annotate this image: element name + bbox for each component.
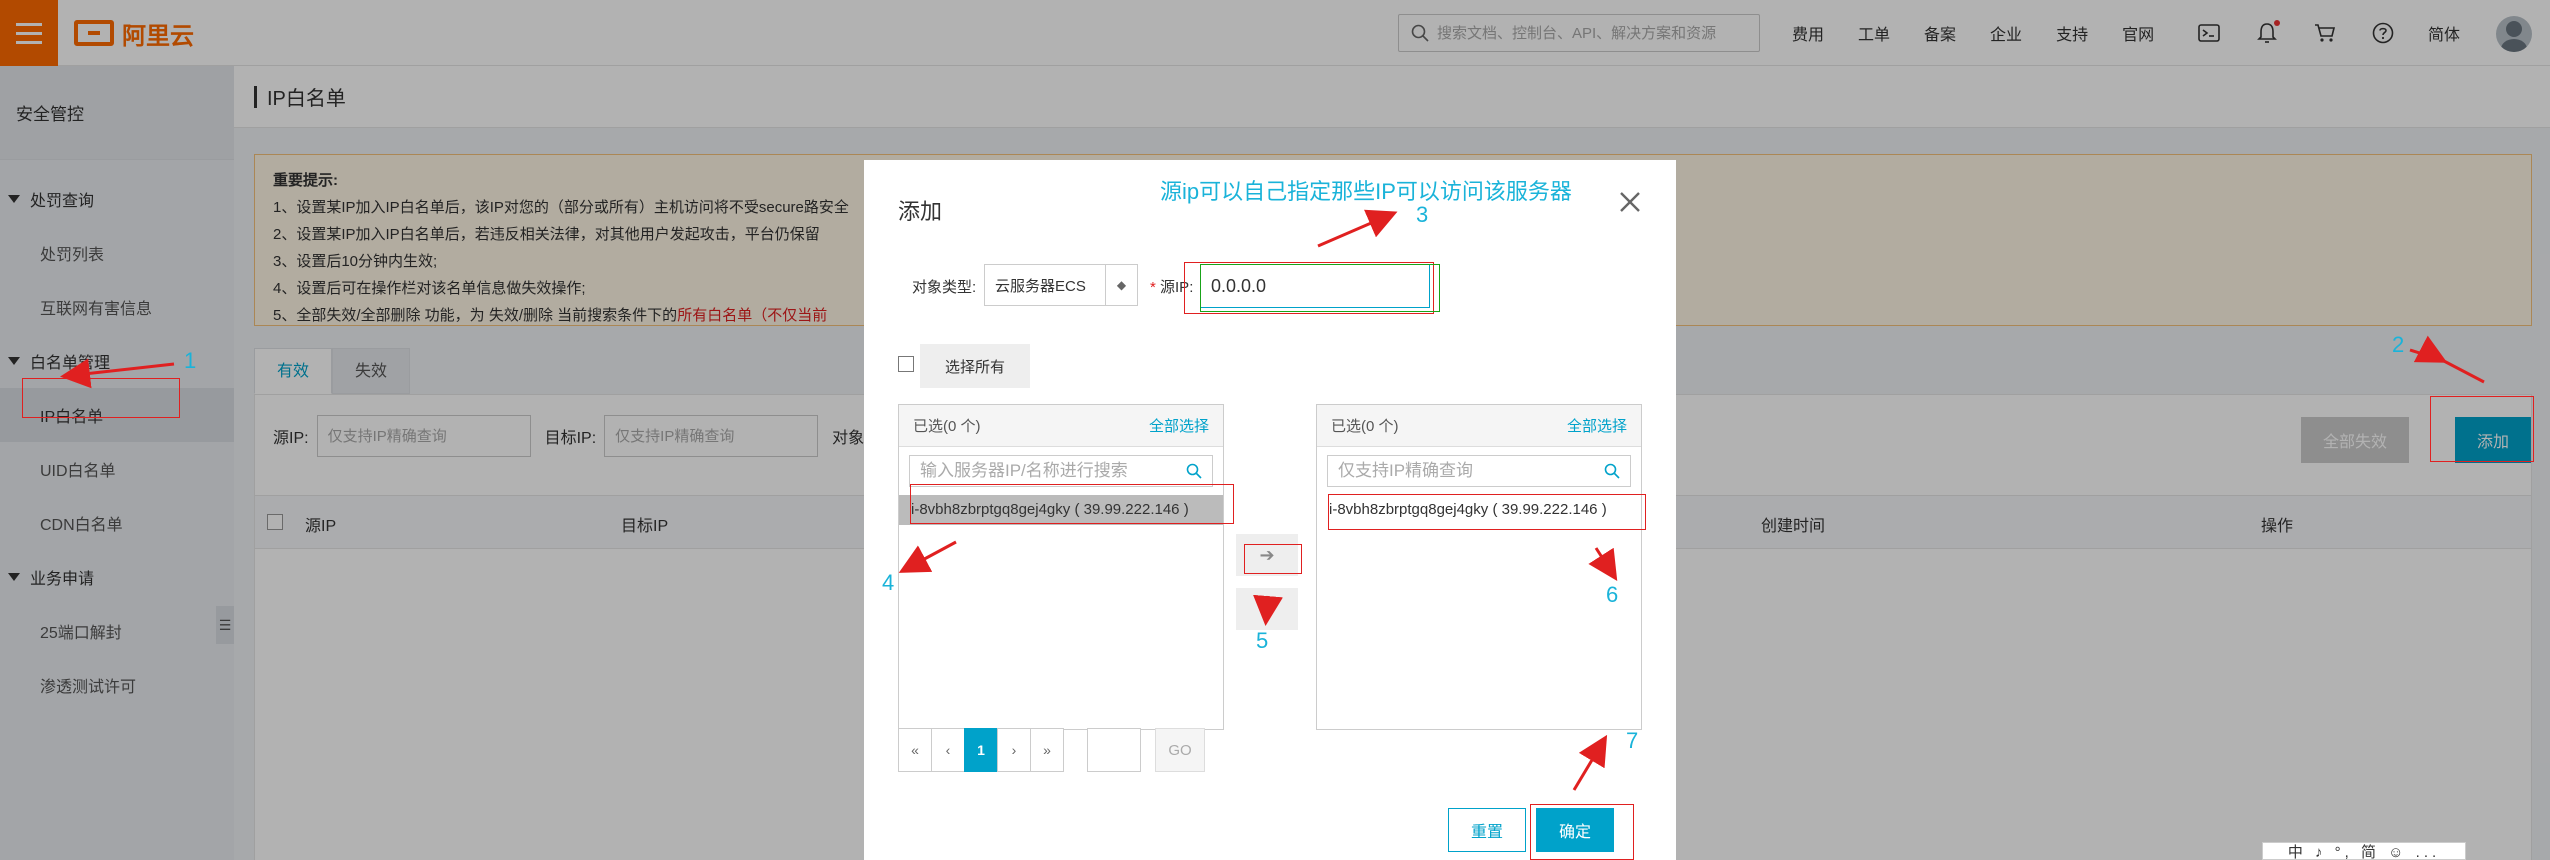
annotation-number-5: 5 bbox=[1256, 628, 1269, 653]
ime-toolbar[interactable]: 中 ♪ °, 简 ☺ ... bbox=[2262, 842, 2466, 860]
target-list-count: 已选(0 个) bbox=[1331, 418, 1399, 435]
add-dialog: 添加 对象类型: 云服务器ECS ◆ * 源IP: 选择所有 已选(0 个) 全… bbox=[864, 160, 1676, 860]
select-arrows-icon: ◆ bbox=[1105, 265, 1137, 305]
target-list-item[interactable]: i-8vbh8zbrptgq8gej4gky ( 39.99.222.146 ) bbox=[1317, 495, 1641, 525]
dialog-title: 添加 bbox=[898, 199, 943, 224]
source-list-search-input[interactable] bbox=[920, 461, 1186, 481]
select-all-checkbox[interactable] bbox=[898, 356, 914, 372]
reset-button[interactable]: 重置 bbox=[1448, 808, 1526, 852]
src-ip-label: * 源IP: bbox=[1150, 279, 1194, 296]
move-left-button[interactable] bbox=[1236, 588, 1298, 630]
last-page-button[interactable]: » bbox=[1030, 728, 1064, 772]
page-jump-input[interactable] bbox=[1087, 728, 1141, 772]
target-server-list: 已选(0 个) 全部选择 i-8vbh8zbrptgq8gej4gky ( 39… bbox=[1316, 404, 1642, 730]
target-list-search[interactable] bbox=[1327, 455, 1631, 487]
src-ip-input[interactable] bbox=[1200, 264, 1430, 308]
close-icon[interactable] bbox=[1616, 188, 1644, 216]
search-icon bbox=[1604, 463, 1620, 479]
annotation-number-2: 2 bbox=[2392, 332, 2405, 357]
prev-page-button[interactable]: ‹ bbox=[931, 728, 965, 772]
annotation-number-1: 1 bbox=[184, 348, 197, 373]
object-type-value: 云服务器ECS bbox=[995, 277, 1086, 295]
target-list-select-all[interactable]: 全部选择 bbox=[1567, 415, 1627, 436]
source-list-count: 已选(0 个) bbox=[913, 418, 981, 435]
annotation-number-4: 4 bbox=[882, 570, 895, 595]
source-list-header: 已选(0 个) 全部选择 bbox=[899, 405, 1223, 447]
pagination: « ‹ 1 › » GO bbox=[898, 728, 1205, 772]
select-all-button[interactable]: 选择所有 bbox=[920, 344, 1030, 388]
object-type-label: 对象类型: bbox=[912, 279, 977, 296]
page-number-current[interactable]: 1 bbox=[964, 728, 998, 772]
source-server-list: 已选(0 个) 全部选择 i-8vbh8zbrptgq8gej4gky ( 39… bbox=[898, 404, 1224, 730]
annotation-number-6: 6 bbox=[1606, 582, 1619, 607]
source-list-search[interactable] bbox=[909, 455, 1213, 487]
page-go-button[interactable]: GO bbox=[1155, 728, 1205, 772]
search-icon bbox=[1186, 463, 1202, 479]
next-page-button[interactable]: › bbox=[997, 728, 1031, 772]
source-list-select-all[interactable]: 全部选择 bbox=[1149, 415, 1209, 436]
move-right-button[interactable]: ➔ bbox=[1236, 534, 1298, 576]
object-type-select[interactable]: 云服务器ECS ◆ bbox=[984, 264, 1138, 306]
annotation-number-7: 7 bbox=[1626, 728, 1639, 753]
target-list-search-input[interactable] bbox=[1338, 461, 1604, 481]
source-list-item[interactable]: i-8vbh8zbrptgq8gej4gky ( 39.99.222.146 ) bbox=[899, 495, 1223, 525]
target-list-header: 已选(0 个) 全部选择 bbox=[1317, 405, 1641, 447]
confirm-button[interactable]: 确定 bbox=[1536, 808, 1614, 852]
first-page-button[interactable]: « bbox=[898, 728, 932, 772]
annotation-note: 源ip可以自己指定那些IP可以访问该服务器 bbox=[1160, 179, 1572, 204]
